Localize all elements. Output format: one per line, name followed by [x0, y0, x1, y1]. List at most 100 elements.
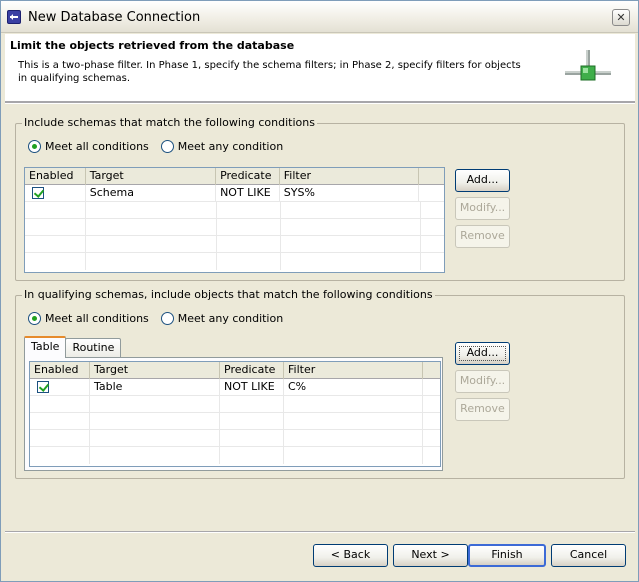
finish-button[interactable]: Finish — [468, 544, 546, 567]
filter-cell[interactable]: SYS% — [280, 185, 420, 202]
column-header-enabled[interactable]: Enabled — [25, 168, 86, 185]
cancel-button[interactable]: Cancel — [551, 544, 626, 567]
empty-cell — [217, 253, 281, 270]
empty-cell — [25, 253, 86, 270]
empty-row — [25, 253, 444, 270]
object-modify-button[interactable]: Modify... — [455, 370, 510, 393]
schema-meet-all-radio[interactable] — [28, 140, 41, 153]
close-button[interactable]: ✕ — [612, 9, 630, 26]
empty-cell — [217, 236, 281, 253]
column-header-filler — [423, 362, 440, 379]
empty-cell — [90, 396, 220, 413]
schema-remove-button[interactable]: Remove — [455, 225, 510, 248]
object-meet-any-radio[interactable] — [160, 312, 174, 325]
predicate-cell[interactable]: NOT LIKE — [220, 379, 284, 396]
schema-filter-table[interactable]: Enabled Target Predicate Filter Schema N… — [24, 167, 445, 273]
page-description: This is a two-phase filter. In Phase 1, … — [18, 60, 521, 84]
empty-cell — [220, 413, 284, 430]
enabled-checkbox[interactable] — [32, 187, 44, 199]
empty-cell — [281, 253, 421, 270]
eclipse-app-icon — [7, 10, 21, 24]
object-remove-button[interactable]: Remove — [455, 398, 510, 421]
dialog-window: New Database Connection ✕ Limit the obje… — [0, 0, 639, 582]
column-header-predicate[interactable]: Predicate — [220, 362, 284, 379]
filter-cell[interactable]: C% — [284, 379, 423, 396]
object-filter-table[interactable]: Enabled Target Predicate Filter Table NO… — [29, 361, 441, 467]
window-title: New Database Connection — [28, 10, 201, 25]
empty-cell — [30, 430, 90, 447]
object-meet-any-label[interactable]: Meet any condition — [178, 312, 283, 325]
predicate-cell[interactable]: NOT LIKE — [216, 185, 280, 202]
schema-meet-any-label[interactable]: Meet any condition — [178, 140, 283, 153]
empty-cell — [220, 447, 284, 464]
target-cell[interactable]: Table — [90, 379, 220, 396]
empty-row — [25, 202, 444, 219]
empty-cell — [284, 396, 423, 413]
schema-table-header: Enabled Target Predicate Filter — [25, 168, 444, 185]
empty-cell — [86, 236, 217, 253]
title-bar[interactable]: New Database Connection ✕ — [1, 1, 638, 33]
empty-cell — [30, 447, 90, 464]
header-separator — [5, 102, 635, 104]
filler-cell — [423, 379, 440, 396]
column-header-target[interactable]: Target — [90, 362, 220, 379]
column-header-filter[interactable]: Filter — [284, 362, 423, 379]
empty-cell — [90, 447, 220, 464]
database-pipe-icon — [565, 50, 611, 81]
empty-cell — [86, 219, 217, 236]
empty-cell — [30, 396, 90, 413]
column-header-target[interactable]: Target — [86, 168, 217, 185]
empty-cell — [281, 236, 421, 253]
enabled-cell[interactable] — [30, 379, 90, 396]
tab-table[interactable]: Table — [24, 336, 67, 358]
filler-cell — [419, 185, 444, 202]
schema-meet-any-radio[interactable] — [160, 140, 174, 153]
enabled-cell[interactable] — [25, 185, 86, 202]
empty-cell — [90, 413, 220, 430]
tab-routine[interactable]: Routine — [65, 338, 122, 358]
empty-cell — [281, 202, 421, 219]
schema-condition-radios: Meet all conditions Meet any condition — [28, 140, 295, 153]
wizard-header: Limit the objects retrieved from the dat… — [5, 34, 635, 102]
empty-cell — [220, 396, 284, 413]
column-header-filter[interactable]: Filter — [280, 168, 420, 185]
enabled-checkbox[interactable] — [37, 381, 49, 393]
object-table-header: Enabled Target Predicate Filter — [30, 362, 440, 379]
table-row[interactable]: Schema NOT LIKE SYS% — [25, 185, 444, 202]
empty-cell — [25, 202, 86, 219]
empty-cell — [284, 430, 423, 447]
object-meet-all-label[interactable]: Meet all conditions — [45, 312, 149, 325]
schema-modify-button[interactable]: Modify... — [455, 197, 510, 220]
empty-cell — [86, 253, 217, 270]
next-button[interactable]: Next > — [393, 544, 468, 567]
empty-cell — [25, 219, 86, 236]
object-meet-all-radio[interactable] — [28, 312, 41, 325]
footer-separator — [5, 531, 635, 533]
column-header-enabled[interactable]: Enabled — [30, 362, 90, 379]
empty-row — [30, 396, 440, 413]
empty-cell — [220, 430, 284, 447]
schema-add-button[interactable]: Add... — [455, 169, 510, 192]
empty-cell — [284, 413, 423, 430]
empty-cell — [217, 219, 281, 236]
empty-cell — [217, 202, 281, 219]
page-title: Limit the objects retrieved from the dat… — [10, 39, 295, 52]
empty-cell — [30, 413, 90, 430]
empty-cell — [281, 219, 421, 236]
column-header-filler — [419, 168, 444, 185]
empty-row — [30, 413, 440, 430]
object-add-button[interactable]: Add... — [455, 342, 510, 365]
schema-meet-all-label[interactable]: Meet all conditions — [45, 140, 149, 153]
empty-row — [30, 430, 440, 447]
column-header-predicate[interactable]: Predicate — [216, 168, 280, 185]
target-cell[interactable]: Schema — [86, 185, 217, 202]
object-condition-radios: Meet all conditions Meet any condition — [28, 312, 295, 325]
back-button[interactable]: < Back — [313, 544, 388, 567]
empty-cell — [90, 430, 220, 447]
object-group-label: In qualifying schemas, include objects t… — [22, 288, 435, 301]
table-row[interactable]: Table NOT LIKE C% — [30, 379, 440, 396]
empty-row — [25, 219, 444, 236]
empty-row — [30, 447, 440, 464]
empty-row — [25, 236, 444, 253]
schema-group-label: Include schemas that match the following… — [22, 116, 317, 129]
